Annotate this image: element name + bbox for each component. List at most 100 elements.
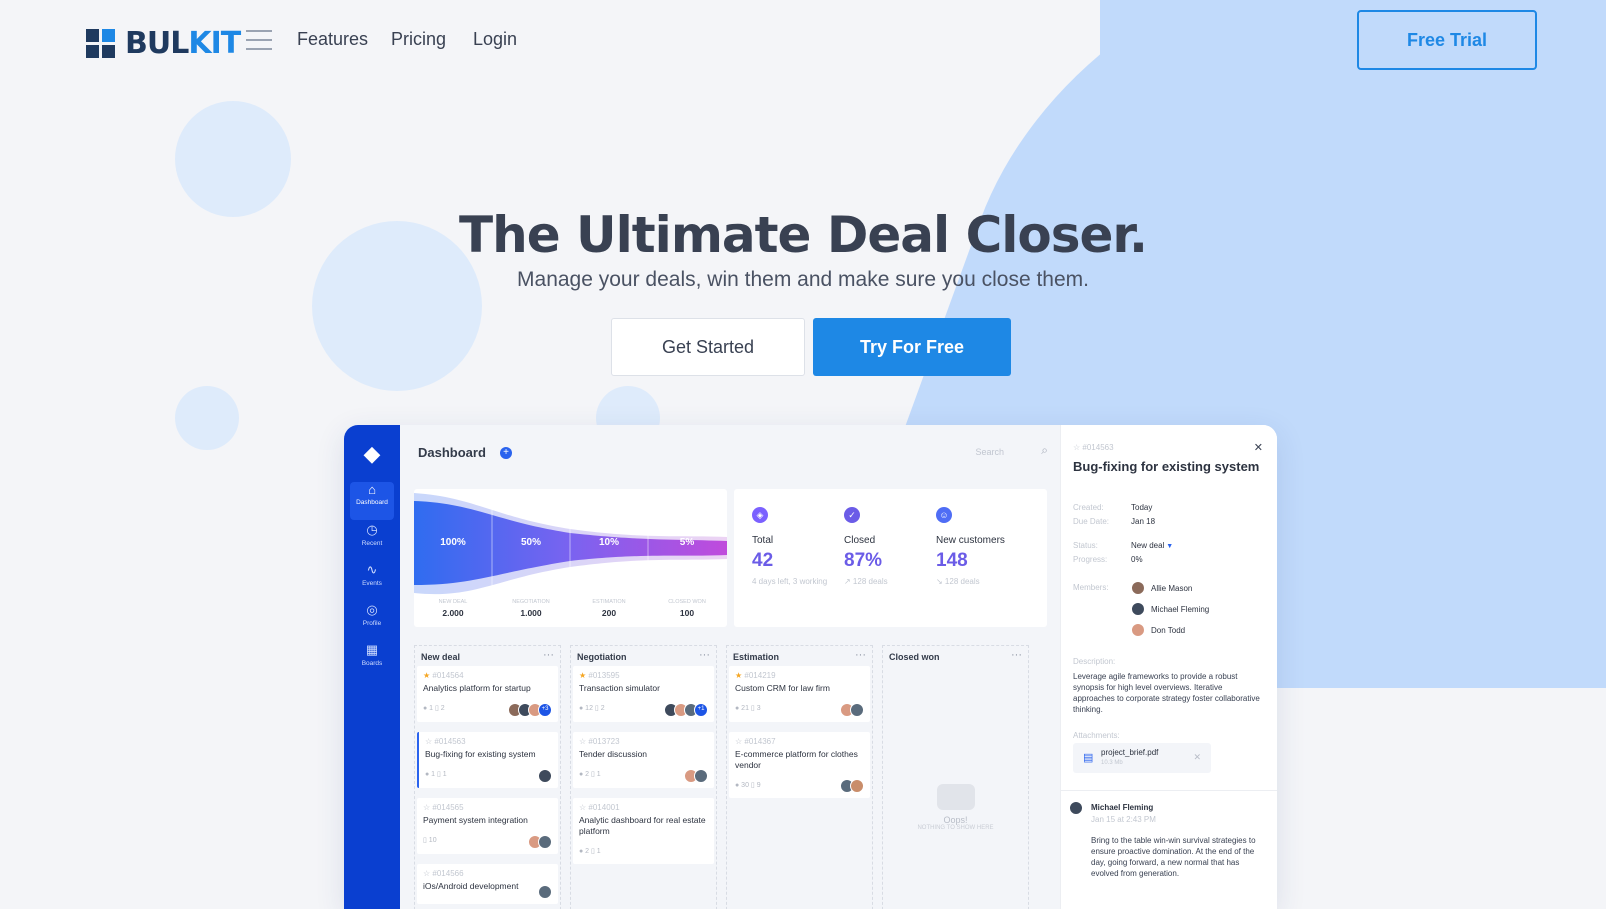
deal-detail-panel: ☆ #014563 ✕ Bug-fixing for existing syst… [1060, 425, 1277, 909]
star-icon[interactable]: ☆ [579, 803, 586, 812]
chevron-down-icon[interactable]: ▼ [1164, 543, 1173, 550]
deal-title: Custom CRM for law firm [735, 683, 830, 693]
deal-card[interactable]: ☆ #014566 iOs/Android development [417, 864, 558, 904]
search-icon[interactable]: ⌕ [1041, 443, 1048, 458]
funnel-stage-count: 1.000 [520, 608, 542, 618]
funnel-card: 100% NEW DEAL 2.000 50% NEGOTIATION 1.000 10% E… [414, 489, 727, 627]
more-members-badge: +3 [538, 703, 552, 717]
deal-id: ☆ #014565 [423, 803, 464, 812]
nav-link-login[interactable]: Login [473, 29, 517, 50]
deal-card[interactable]: ★ #014219 Custom CRM for law firm ● 21 ▯… [729, 666, 870, 722]
deal-card[interactable]: ★ #014564 Analytics platform for startup… [417, 666, 558, 722]
sidebar-item-dashboard[interactable]: ⌂ Dashboard [350, 482, 394, 520]
attachments-label: Attachments: [1073, 731, 1120, 740]
funnel-stage-name: NEW DEAL [438, 599, 468, 605]
more-icon[interactable]: ··· [1011, 649, 1022, 661]
comment-author: Michael Fleming [1091, 803, 1154, 812]
deal-meta: ● 2 ▯ 1 [579, 848, 601, 855]
deal-card[interactable]: ☆ #014563 Bug-fixing for existing system… [417, 732, 558, 788]
star-icon[interactable]: ☆ [579, 737, 586, 746]
remove-attachment-icon[interactable]: ✕ [1193, 752, 1201, 763]
sidebar-item-boards[interactable]: ▦ Boards [350, 642, 394, 680]
add-icon[interactable]: + [500, 447, 512, 459]
deal-members [538, 885, 552, 899]
star-icon[interactable]: ☆ [425, 737, 432, 746]
grid-icon: ▦ [365, 642, 379, 657]
sidebar-item-events[interactable]: ∿ Events [350, 562, 394, 600]
funnel-stage-name: NEGOTIATION [512, 599, 550, 605]
free-trial-button[interactable]: Free Trial [1357, 10, 1537, 70]
funnel-stage-percent: 100% [440, 537, 466, 548]
deal-members [538, 769, 552, 783]
avatar [850, 779, 864, 793]
column-title: Estimation [733, 652, 780, 662]
dashboard-main: Dashboard + Search ⌕ 100% NEW DEAL 2.000… [400, 425, 1060, 909]
empty-subtitle: NOTHING TO SHOW HERE [917, 825, 994, 831]
deal-meta: ● 1 ▯ 1 [425, 771, 447, 778]
deal-card[interactable]: ☆ #014565 Payment system integration ▯ 1… [417, 798, 558, 854]
deal-card[interactable]: ★ #013595 Transaction simulator ● 12 ▯ 2… [573, 666, 714, 722]
funnel-stage-percent: 10% [598, 537, 619, 548]
created-row: Created: Today [1073, 503, 1153, 512]
member-item: Allie Mason [1131, 581, 1192, 595]
deal-id: ★ #014564 [423, 671, 464, 680]
funnel-stage-percent: 5% [679, 537, 695, 548]
brand-logo[interactable]: BULKIT [86, 26, 241, 61]
deal-members: +1 [664, 703, 708, 717]
avatar [1069, 801, 1083, 815]
description-label: Description: [1073, 657, 1116, 666]
deal-card[interactable]: ☆ #014367 E-commerce platform for clothe… [729, 732, 870, 798]
hamburger-menu-icon[interactable] [246, 30, 272, 50]
star-icon[interactable]: ★ [423, 671, 430, 680]
star-icon[interactable]: ☆ [423, 803, 430, 812]
nav-link-pricing[interactable]: Pricing [391, 29, 446, 50]
deal-card[interactable]: ☆ #014001 Analytic dashboard for real es… [573, 798, 714, 864]
progress-row: Progress: 0% [1073, 555, 1143, 564]
kanban-column: New deal ··· ★ #014564 Analytics platform … [414, 645, 561, 909]
more-icon[interactable]: ··· [699, 649, 710, 661]
stats-card: ◈ Total 42 4 days left, 3 working ✓ Clos… [734, 489, 1047, 627]
get-started-button[interactable]: Get Started [611, 318, 805, 376]
user-icon: ◎ [366, 602, 378, 617]
sidebar-item-recent[interactable]: ◷ Recent [350, 522, 394, 560]
nav-link-features[interactable]: Features [297, 29, 368, 50]
deal-title: E-commerce platform for clothes vendor [735, 749, 858, 770]
dashboard-title: Dashboard [418, 445, 486, 460]
deal-title: Payment system integration [423, 815, 528, 825]
column-title: Closed won [889, 652, 940, 662]
deal-id: ☆ #013723 [579, 737, 620, 746]
status-row[interactable]: Status: New deal ▼ [1073, 541, 1173, 550]
deal-id: ★ #013595 [579, 671, 620, 680]
deal-card[interactable]: ☆ #013723 Tender discussion ● 2 ▯ 1 [573, 732, 714, 788]
try-for-free-button[interactable]: Try For Free [813, 318, 1011, 376]
star-icon[interactable]: ☆ [735, 737, 742, 746]
logo-mark-icon [86, 29, 115, 58]
star-icon[interactable]: ★ [735, 671, 742, 680]
deal-id: ☆ #014563 [425, 737, 466, 746]
more-icon[interactable]: ··· [543, 649, 554, 661]
deal-title: Bug-fixing for existing system [1073, 459, 1260, 474]
hero-title: The Ultimate Deal Closer. [459, 206, 1148, 264]
deal-members [840, 779, 864, 793]
decor-circle [175, 101, 291, 217]
dashboard-search-input[interactable]: Search [975, 447, 1004, 457]
deal-title: Bug-fixing for existing system [425, 749, 536, 759]
deal-members [840, 703, 864, 717]
check-icon: ✓ [844, 507, 860, 523]
avatar [538, 885, 552, 899]
kanban-column: Estimation ··· ★ #014219 Custom CRM for la… [726, 645, 873, 909]
more-icon[interactable]: ··· [855, 649, 866, 661]
funnel-stage-count: 2.000 [442, 608, 464, 618]
top-navbar: BULKIT Features Pricing Login Free Trial [0, 0, 1606, 80]
avatar [1131, 581, 1145, 595]
member-item: Michael Fleming [1131, 602, 1209, 616]
deal-title: Tender discussion [579, 749, 648, 759]
close-icon[interactable]: ✕ [1254, 441, 1263, 454]
sidebar-item-profile[interactable]: ◎ Profile [350, 602, 394, 640]
file-icon: ▤ [1083, 752, 1094, 764]
deal-title: Analytic dashboard for real estate platf… [579, 815, 706, 836]
star-icon[interactable]: ☆ [423, 869, 430, 878]
attachment-item[interactable]: ▤ project_brief.pdf 10.3 Mb ✕ [1073, 743, 1211, 773]
star-icon[interactable]: ★ [579, 671, 586, 680]
funnel-stage-name: ESTIMATION [592, 599, 626, 605]
